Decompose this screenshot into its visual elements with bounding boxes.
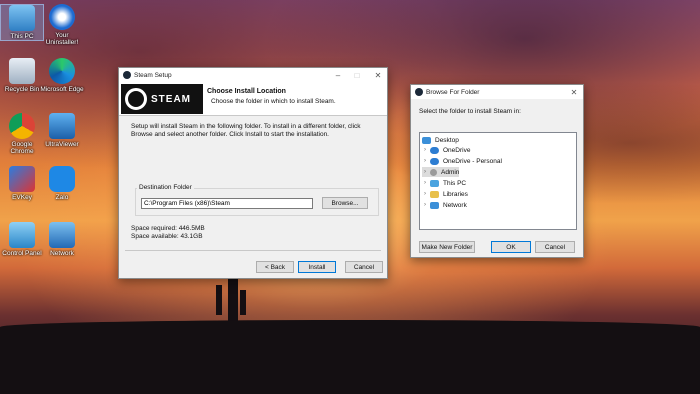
- libraries-icon: [430, 190, 439, 198]
- steam-setup-header: STEAM Choose Install Location Choose the…: [119, 82, 387, 116]
- desktop-icon-label: Network: [50, 250, 74, 257]
- desktop-icon-label: Control Panel: [2, 250, 42, 257]
- steam-setup-divider: [125, 250, 381, 251]
- space-required-text: Space required: 446.5MB: [131, 225, 205, 232]
- tree-item-admin[interactable]: › Admin: [422, 167, 460, 177]
- cancel-button[interactable]: Cancel: [535, 241, 575, 253]
- steam-logo-icon: [123, 71, 131, 79]
- evkey-icon: [9, 166, 35, 192]
- browse-folder-title: Browse For Folder: [426, 88, 480, 96]
- steam-logo-icon: [415, 88, 423, 96]
- recycle-bin-icon: [9, 58, 35, 84]
- wallpaper-ground: [0, 330, 700, 394]
- maximize-button: □: [354, 70, 360, 80]
- wallpaper-cactus-arm-2: [240, 290, 246, 315]
- close-button[interactable]: ✕: [369, 68, 387, 82]
- destination-folder-input[interactable]: C:\Program Files (x86)\Steam: [141, 198, 313, 209]
- steam-setup-description: Setup will install Steam in the followin…: [131, 123, 361, 138]
- desktop-icon-your-uninstaller[interactable]: Your Uninstaller!: [40, 4, 84, 46]
- chevron-right-icon[interactable]: ›: [422, 202, 428, 208]
- user-icon: [430, 168, 437, 176]
- steam-setup-subheading: Choose the folder in which to install St…: [211, 98, 336, 105]
- desktop-icon-label: Zalo: [55, 194, 69, 201]
- network-icon: [430, 201, 439, 209]
- tree-item-network[interactable]: › Network: [422, 200, 467, 210]
- wallpaper-cactus-arm: [216, 285, 222, 315]
- back-button[interactable]: < Back: [256, 261, 294, 273]
- zalo-icon: [49, 166, 75, 192]
- chrome-icon: [9, 113, 35, 139]
- steam-setup-window: Steam Setup – □ ✕ STEAM Choose Install L…: [118, 67, 388, 279]
- steam-setup-heading: Choose Install Location: [207, 88, 286, 95]
- desktop-icon-ultraviewer[interactable]: UltraViewer: [40, 113, 84, 148]
- desktop-icon-label: Microsoft Edge: [40, 86, 84, 93]
- tree-item-desktop[interactable]: Desktop: [422, 135, 459, 145]
- desktop-icon-label: EVKey: [12, 194, 32, 201]
- browse-folder-titlebar[interactable]: Browse For Folder: [411, 85, 583, 99]
- steam-banner-logo: STEAM: [121, 84, 203, 114]
- browse-button[interactable]: Browse...: [322, 197, 368, 209]
- close-button[interactable]: ✕: [565, 85, 583, 99]
- desktop-icon-label: Recycle Bin: [4, 86, 40, 93]
- computer-icon: [9, 5, 35, 31]
- browse-folder-dialog: Browse For Folder ✕ Select the folder to…: [410, 84, 584, 258]
- tree-item-onedrive[interactable]: › OneDrive: [422, 145, 470, 155]
- chevron-right-icon[interactable]: ›: [422, 180, 428, 186]
- wallpaper-hills: [0, 320, 700, 334]
- install-button[interactable]: Install: [298, 261, 336, 273]
- desktop-icon-evkey[interactable]: EVKey: [0, 166, 44, 201]
- tree-item-libraries[interactable]: › Libraries: [422, 189, 468, 199]
- control-panel-icon: [9, 222, 35, 248]
- desktop-icon-label: Google Chrome: [10, 141, 34, 155]
- ok-button[interactable]: OK: [491, 241, 531, 253]
- wallpaper-cactus: [228, 270, 238, 350]
- browse-instruction: Select the folder to install Steam in:: [419, 108, 521, 115]
- tree-item-this-pc[interactable]: › This PC: [422, 178, 466, 188]
- computer-icon: [430, 179, 439, 187]
- chevron-right-icon[interactable]: ›: [422, 191, 428, 197]
- desktop-icon-network[interactable]: Network: [40, 222, 84, 257]
- cloud-icon: [430, 146, 439, 154]
- edge-icon: [49, 58, 75, 84]
- chevron-right-icon[interactable]: ›: [422, 158, 428, 164]
- tree-item-onedrive-personal[interactable]: › OneDrive - Personal: [422, 156, 502, 166]
- destination-folder-label: Destination Folder: [137, 184, 194, 192]
- desktop-icon-control-panel[interactable]: Control Panel: [0, 222, 44, 257]
- ultraviewer-icon: [49, 113, 75, 139]
- desktop-icon-zalo[interactable]: Zalo: [40, 166, 84, 201]
- steam-logo-text: STEAM: [151, 93, 191, 105]
- chevron-right-icon[interactable]: ›: [422, 147, 428, 153]
- make-new-folder-button[interactable]: Make New Folder: [419, 241, 475, 253]
- desktop-icon-this-pc[interactable]: This PC: [0, 4, 44, 41]
- uninstaller-icon: [49, 4, 75, 30]
- desktop-icon-label: UltraViewer: [45, 141, 79, 148]
- desktop-icon-recycle-bin[interactable]: Recycle Bin: [0, 58, 44, 93]
- steam-setup-title: Steam Setup: [134, 71, 172, 79]
- desktop-icon-edge[interactable]: Microsoft Edge: [40, 58, 84, 93]
- steam-valve-icon: [125, 88, 147, 110]
- cloud-icon: [430, 157, 439, 165]
- network-icon: [49, 222, 75, 248]
- minimize-button[interactable]: –: [329, 68, 347, 82]
- folder-tree[interactable]: Desktop › OneDrive › OneDrive - Personal…: [419, 132, 577, 230]
- desktop-folder-icon: [422, 136, 431, 144]
- chevron-right-icon[interactable]: ›: [422, 169, 428, 175]
- desktop-icon-chrome[interactable]: Google Chrome: [0, 113, 44, 155]
- cancel-button[interactable]: Cancel: [345, 261, 383, 273]
- desktop-icon-label: Your Uninstaller!: [45, 32, 79, 46]
- space-available-text: Space available: 43.1GB: [131, 233, 203, 240]
- desktop-icon-label: This PC: [10, 33, 34, 40]
